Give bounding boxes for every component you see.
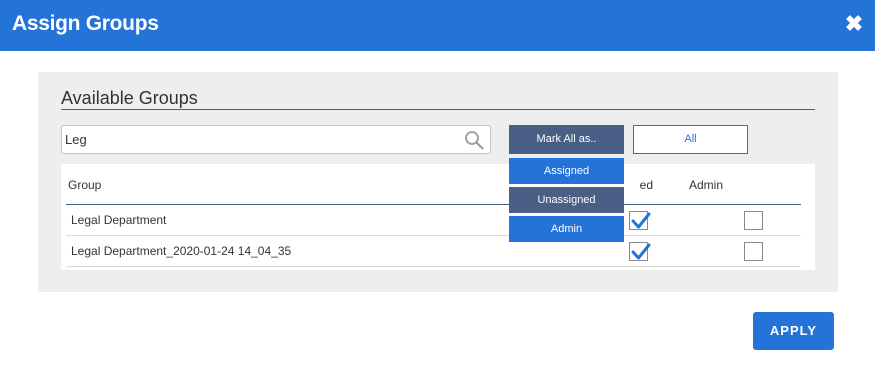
close-icon[interactable]: ✖ <box>843 11 865 37</box>
admin-checkbox[interactable] <box>744 242 763 261</box>
column-header-admin[interactable]: Admin <box>689 178 723 192</box>
heading-divider <box>61 109 815 110</box>
admin-checkbox[interactable] <box>744 211 763 230</box>
search-box <box>61 125 491 154</box>
table-row: Legal Department_2020-01-24 14_04_35 <box>66 236 801 267</box>
group-name: Legal Department_2020-01-24 14_04_35 <box>71 244 292 258</box>
apply-button[interactable]: APPLY <box>753 312 834 350</box>
assigned-checkbox[interactable] <box>629 242 651 261</box>
menu-item-unassigned[interactable]: Unassigned <box>509 187 624 213</box>
filter-all-button[interactable]: All <box>633 125 748 154</box>
available-groups-panel: Available Groups Mark All as.. All Group… <box>38 72 838 292</box>
dialog-titlebar: Assign Groups ✖ <box>0 0 875 51</box>
search-input[interactable] <box>65 129 455 150</box>
groups-table: Group ed Admin Legal Department Legal De… <box>61 164 815 270</box>
assign-groups-dialog: Assign Groups ✖ Available Groups Mark Al… <box>0 0 875 368</box>
panel-heading: Available Groups <box>61 88 198 108</box>
menu-item-assigned[interactable]: Assigned <box>509 158 624 184</box>
menu-item-admin[interactable]: Admin <box>509 216 624 242</box>
table-row: Legal Department <box>66 205 801 236</box>
mark-all-as-button[interactable]: Mark All as.. <box>509 125 624 154</box>
mark-all-dropdown: Assigned Unassigned Admin <box>509 158 624 244</box>
dialog-title: Assign Groups <box>12 12 159 35</box>
group-name: Legal Department <box>71 213 167 227</box>
search-icon[interactable] <box>464 130 484 150</box>
column-header-group[interactable]: Group <box>68 178 101 192</box>
assigned-checkbox[interactable] <box>629 211 651 230</box>
